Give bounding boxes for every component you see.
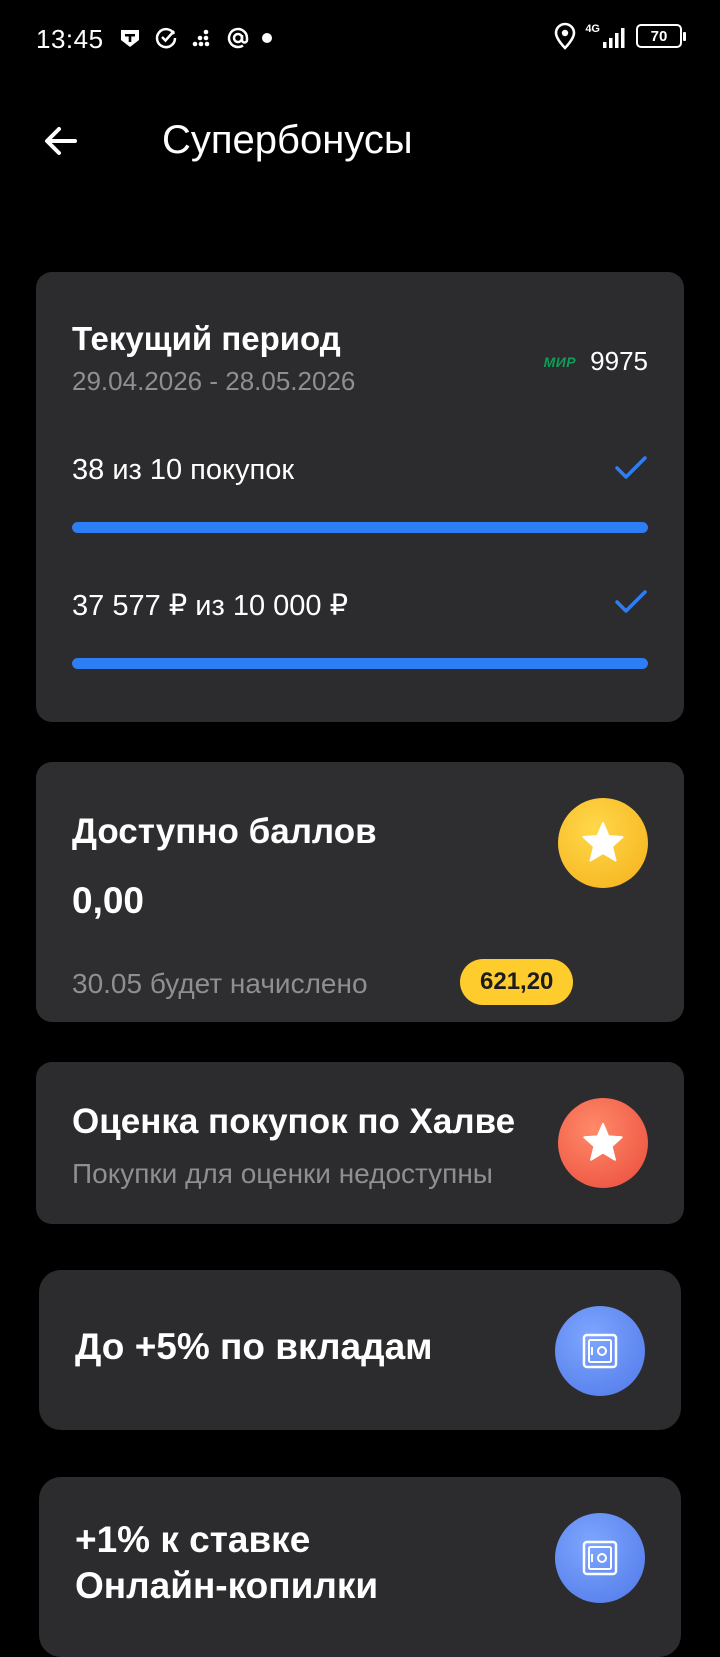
period-title: Текущий период [72,320,341,357]
points-value: 0,00 [72,880,145,921]
page-title: Супербонусы [162,118,413,162]
back-button[interactable] [36,116,86,166]
location-icon [553,22,577,50]
amount-progress-fill [72,658,648,669]
star-coin-icon [558,1098,648,1188]
rating-title: Оценка покупок по Халве [72,1102,516,1141]
safe-coin-icon [555,1513,645,1603]
more-notifications-dot [262,33,272,43]
deposit-title: До +5% по вкладам [75,1326,433,1367]
safe-coin-icon [555,1306,645,1396]
purchases-progress-bar [72,522,648,533]
status-right: 4G 70 [553,22,686,50]
battery-icon: 70 [636,24,686,48]
status-bar: 13:45 4G 70 [0,0,720,80]
tbank-icon [118,26,142,50]
halva-rating-card[interactable]: Оценка покупок по Халве Покупки для оцен… [36,1062,684,1224]
arrow-left-icon [45,127,77,155]
card-last4: 9975 [590,346,648,376]
accrual-text: 30.05 будет начислено [72,968,368,999]
savings-title-line1: +1% к ставке [75,1519,311,1560]
check-icon [615,456,647,479]
savings-title-line2: Онлайн-копилки [75,1565,379,1606]
current-period-card[interactable]: Текущий период 29.04.2026 - 28.05.2026 М… [36,272,684,722]
amount-label: 37 577 ₽ из 10 000 ₽ [72,590,349,622]
purchases-progress-fill [72,522,648,533]
purchases-count-label: 38 из 10 покупок [72,454,295,486]
status-time: 13:45 [36,24,104,54]
star-icon [583,1122,623,1161]
notification-icons [118,26,272,50]
at-mail-icon [226,26,250,50]
savings-title: +1% к ставке Онлайн-копилки [75,1517,378,1609]
period-dates: 29.04.2026 - 28.05.2026 [72,366,356,396]
safe-icon [582,1540,618,1576]
signal-4g-icon: 4G [585,24,628,48]
dots-icon [190,26,214,50]
points-title: Доступно баллов [72,812,377,851]
amount-progress-bar [72,658,648,669]
available-points-card[interactable]: Доступно баллов 0,00 30.05 будет начисле… [36,762,684,1022]
star-icon [582,822,624,862]
safe-icon [582,1333,618,1369]
check-circle-icon [154,26,178,50]
accrual-amount-badge: 621,20 [460,959,574,1005]
card-number: МИР 9975 [544,346,648,377]
star-coin-icon [558,798,648,888]
mir-logo: МИР [543,353,577,370]
savings-bonus-card[interactable]: +1% к ставке Онлайн-копилки [39,1477,681,1657]
rating-subtitle: Покупки для оценки недоступны [72,1158,493,1189]
deposit-bonus-card[interactable]: До +5% по вкладам [39,1270,681,1430]
check-icon [615,590,647,613]
app-header: Супербонусы [0,100,720,180]
